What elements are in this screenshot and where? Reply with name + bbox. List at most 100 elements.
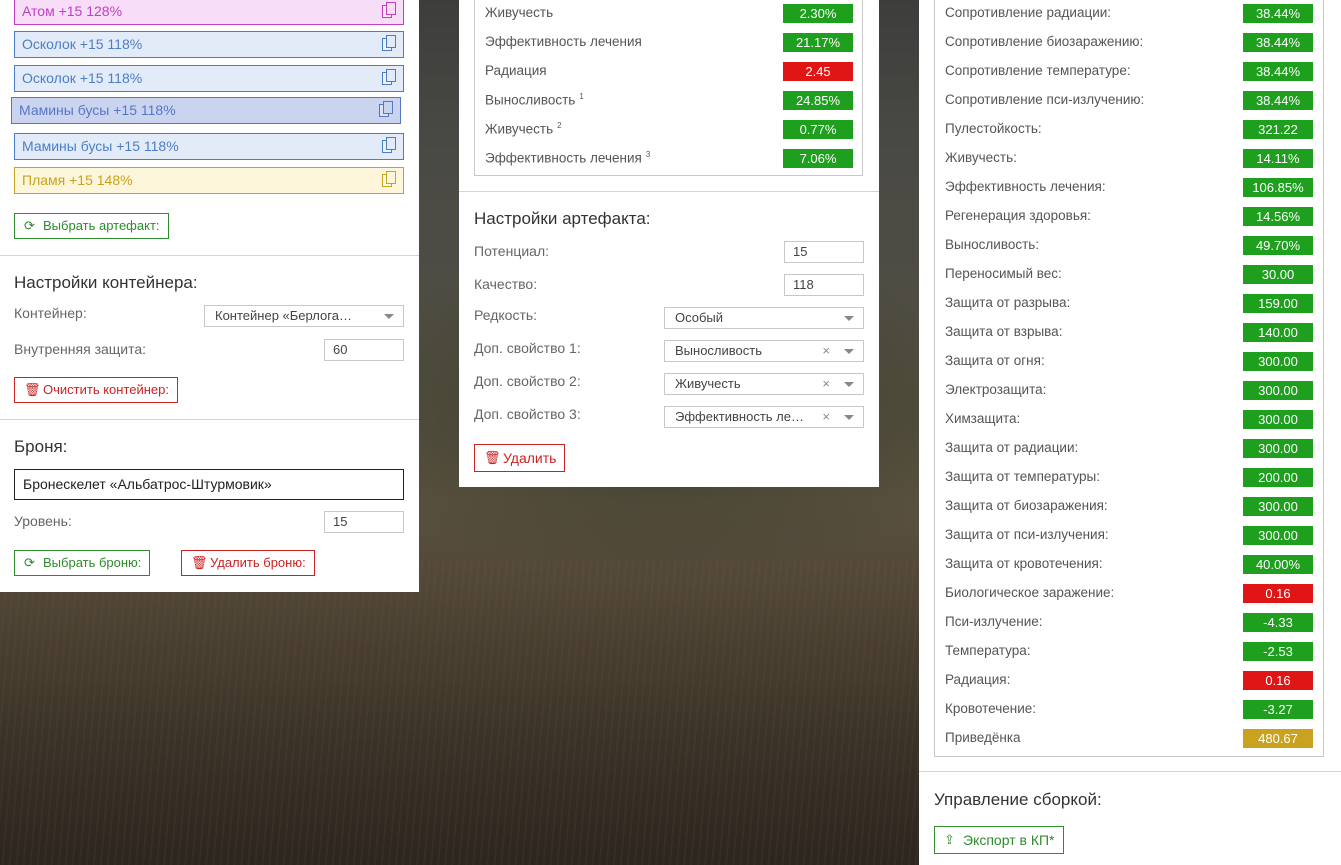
extra-property-2-value: Живучесть (675, 376, 741, 391)
artifact-stat-label: Эффективность лечения (485, 34, 642, 49)
rarity-label: Редкость: (474, 307, 538, 323)
export-label: Экспорт в КП* (963, 832, 1055, 848)
artifact-stat-name: Живучесть (485, 121, 554, 137)
build-stat-value: 200.00 (1243, 468, 1313, 487)
container-settings-title: Настройки контейнера: (14, 273, 198, 292)
build-stat-label: Переносимый вес: (945, 266, 1062, 281)
build-stat-value: 0.16 (1243, 671, 1313, 690)
artifact-stat-label: Живучесть (485, 5, 553, 20)
build-stat-value: 300.00 (1243, 352, 1313, 371)
extra-property-1-label: Доп. свойство 1: (474, 340, 581, 356)
clear-icon[interactable]: × (822, 409, 830, 425)
artifact-stat-value: 0.77% (783, 120, 853, 139)
artifact-stat-value: 2.45 (783, 62, 853, 81)
artifact-stat-name: Живучесть (485, 5, 554, 20)
build-stat-value: 49.70% (1243, 236, 1313, 255)
delete-armor-label: Удалить броню: (210, 555, 306, 570)
artifact-item[interactable]: Осколок +15 118% (14, 65, 404, 92)
inner-protection-input[interactable]: 60 (324, 339, 404, 361)
copy-icon[interactable] (382, 69, 396, 86)
chevron-down-icon (384, 314, 394, 319)
build-stat-value: 14.56% (1243, 207, 1313, 226)
copy-icon[interactable] (379, 101, 393, 118)
build-stat-label: Сопротивление радиации: (945, 5, 1112, 20)
refresh-icon: ⟳ (24, 555, 35, 570)
quality-label: Качество: (474, 276, 538, 292)
build-stat-value: 38.44% (1243, 91, 1313, 110)
build-stat-label: Температура: (945, 643, 1031, 658)
build-stat-value: 38.44% (1243, 62, 1313, 81)
upload-icon: ⇪ (944, 832, 955, 847)
potential-input[interactable]: 15 (784, 241, 864, 263)
extra-property-1-select[interactable]: Выносливость × (664, 340, 864, 362)
artifact-stat-name: Эффективность лечения (485, 150, 642, 166)
rarity-select[interactable]: Особый (664, 307, 864, 329)
armor-level-label: Уровень: (14, 513, 72, 529)
artifact-item-label: Мамины бусы +15 118% (19, 102, 176, 118)
select-artifact-label: Выбрать артефакт: (43, 218, 160, 233)
quality-input[interactable]: 118 (784, 274, 864, 296)
trash-icon: 🗑 (484, 450, 501, 465)
artifact-stat-value: 21.17% (783, 33, 853, 52)
build-stat-label: Защита от разрыва: (945, 295, 1071, 310)
build-stat-label: Защита от пси-излучения: (945, 527, 1109, 542)
extra-property-2-select[interactable]: Живучесть × (664, 373, 864, 395)
container-label: Контейнер: (14, 305, 87, 321)
build-stat-value: 300.00 (1243, 526, 1313, 545)
artifact-stat-name: Эффективность лечения (485, 34, 642, 49)
clear-icon[interactable]: × (822, 343, 830, 359)
build-stat-label: Выносливость: (945, 237, 1040, 252)
artifact-item-label: Осколок +15 118% (22, 70, 143, 86)
build-stat-value: 300.00 (1243, 497, 1313, 516)
armor-level-input[interactable]: 15 (324, 511, 404, 533)
export-button[interactable]: ⇪ Экспорт в КП* (934, 826, 1064, 854)
build-stat-label: Защита от радиации: (945, 440, 1079, 455)
select-armor-button[interactable]: ⟳ Выбрать броню: (14, 550, 151, 576)
build-stat-label: Химзащита: (945, 411, 1021, 426)
rarity-select-value: Особый (675, 310, 724, 325)
delete-artifact-button[interactable]: 🗑 Удалить (474, 444, 566, 472)
container-select[interactable]: Контейнер «Берлога… (204, 305, 404, 327)
build-stat-label: Кровотечение: (945, 701, 1036, 716)
copy-icon[interactable] (382, 171, 396, 188)
build-stat-label: Пси-излучение: (945, 614, 1043, 629)
artifact-item[interactable]: Мамины бусы +15 118% (11, 97, 401, 124)
trash-icon: 🗑 (24, 382, 41, 397)
armor-name-field[interactable]: Бронескелет «Альбатрос-Штурмовик» (14, 469, 404, 500)
artifact-item[interactable]: Пламя +15 148% (14, 167, 404, 194)
build-stat-label: Защита от биозаражения: (945, 498, 1108, 513)
clear-container-button[interactable]: 🗑 Очистить контейнер: (14, 377, 178, 403)
build-stat-value: 0.16 (1243, 584, 1313, 603)
extra-property-3-select[interactable]: Эффективность ле… × (664, 406, 864, 428)
artifact-item[interactable]: Мамины бусы +15 118% (14, 133, 404, 160)
build-stat-label: Живучесть: (945, 150, 1017, 165)
artifact-stat-index: 2 (557, 121, 562, 130)
artifact-item[interactable]: Атом +15 128% (14, 0, 404, 25)
build-stat-label: Электрозащита: (945, 382, 1047, 397)
delete-artifact-label: Удалить (503, 450, 557, 466)
trash-icon: 🗑 (191, 555, 208, 570)
build-stat-value: 300.00 (1243, 439, 1313, 458)
select-artifact-button[interactable]: ⟳ Выбрать артефакт: (14, 213, 169, 239)
chevron-down-icon (844, 382, 854, 387)
build-stat-value: 321.22 (1243, 120, 1313, 139)
refresh-icon: ⟳ (24, 218, 35, 233)
artifact-item[interactable]: Осколок +15 118% (14, 31, 404, 58)
artifact-stat-name: Выносливость (485, 92, 576, 108)
delete-armor-button[interactable]: 🗑 Удалить броню: (181, 550, 315, 576)
copy-icon[interactable] (382, 2, 396, 19)
copy-icon[interactable] (382, 137, 396, 154)
divider (0, 255, 419, 256)
chevron-down-icon (844, 316, 854, 321)
left-panel: Атом +15 128% Осколок +15 118% Осколок +15… (0, 0, 419, 592)
artifact-stat-value: 24.85% (783, 91, 853, 110)
build-stat-label: Защита от температуры: (945, 469, 1100, 484)
build-stats-box: Сопротивление радиации: 38.44% Сопротивлен… (934, 0, 1324, 757)
chevron-down-icon (844, 415, 854, 420)
divider (459, 191, 879, 192)
armor-title: Броня: (14, 437, 68, 456)
clear-icon[interactable]: × (822, 376, 830, 392)
copy-icon[interactable] (382, 35, 396, 52)
artifact-item-label: Атом +15 128% (22, 3, 123, 19)
build-stat-label: Сопротивление температуре: (945, 63, 1131, 78)
